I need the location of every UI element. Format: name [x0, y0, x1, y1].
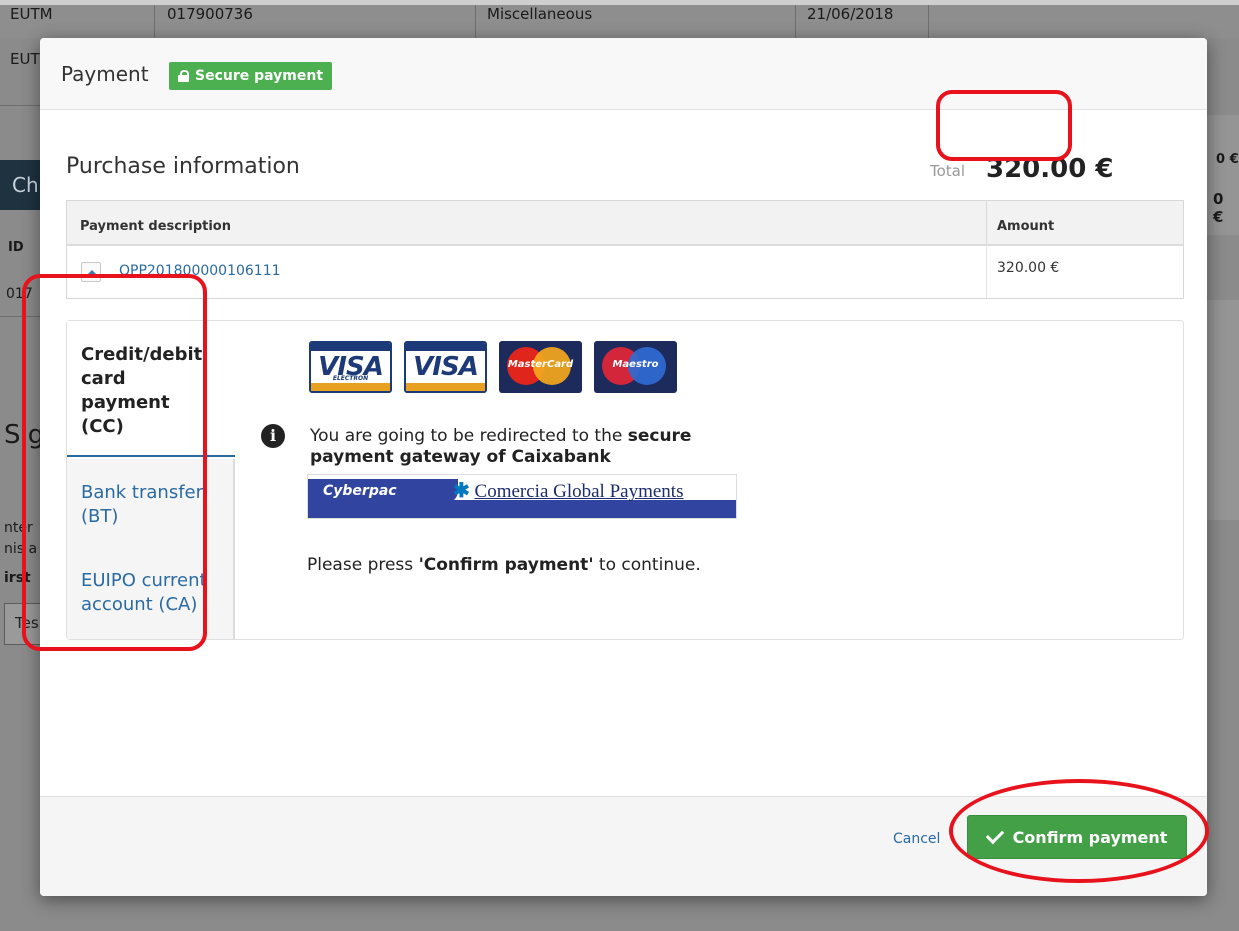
bg-divider [154, 5, 155, 38]
instruction-prefix: Please press [307, 555, 419, 575]
card-band [406, 343, 485, 351]
total-label: Total [930, 162, 966, 180]
header-amount: Amount [997, 219, 1055, 234]
modal-title: Payment [61, 62, 149, 86]
row-amount: 320.00 € [997, 260, 1060, 276]
bg-section-bar: Ch [0, 160, 40, 210]
bg-divider [795, 5, 796, 38]
card-text: VISA [413, 352, 479, 382]
payment-methods-panel: Credit/debit card payment (CC) Bank tran… [66, 320, 1184, 640]
caixabank-gateway-logo: Cyberpac ✱ Comercia Global Payments [307, 474, 737, 519]
table-row: OPP201800000106111 320.00 € [67, 246, 1183, 298]
payment-modal: Payment Secure payment Purchase informat… [40, 38, 1207, 896]
secure-payment-badge: Secure payment [169, 62, 333, 90]
bg-cell-category: Miscellaneous [487, 5, 593, 23]
caixa-star-icon: ✱ [453, 480, 470, 502]
secure-badge-label: Secure payment [195, 68, 324, 84]
redirect-message: You are going to be redirected to the se… [310, 426, 740, 468]
bg-cell-type-2: EUT [10, 50, 40, 68]
bg-cell-number: 017900736 [167, 5, 253, 23]
visa-logo: VISA [404, 341, 487, 393]
instruction-text: Please press 'Confirm payment' to contin… [307, 555, 701, 575]
maestro-logo: Maestro [594, 341, 677, 393]
annotation-circle-total [936, 90, 1072, 161]
annotation-circle-confirm [949, 779, 1209, 883]
comercia-text: Comercia Global Payments [474, 481, 684, 502]
bg-right-value: 0 € [1216, 152, 1239, 167]
bg-right-value: 0 € [1213, 190, 1224, 226]
bg-id-label: ID [8, 240, 24, 255]
info-icon: i [261, 424, 285, 448]
card-text: Maestro [612, 359, 659, 370]
purchase-info-title: Purchase information [66, 154, 300, 179]
annotation-circle-tabs [22, 274, 207, 651]
cancel-link[interactable]: Cancel [893, 831, 940, 847]
bg-divider [928, 5, 929, 38]
header-description: Payment description [67, 201, 987, 244]
bg-cell-type: EUTM [10, 5, 53, 23]
redirect-text: You are going to be redirected to the [310, 426, 628, 446]
table-header: Payment description Amount [67, 200, 1183, 246]
visa-electron-logo: VISA ELECTRON [309, 341, 392, 393]
cyberpac-text: Cyberpac [308, 479, 458, 503]
comercia-logo: ✱ Comercia Global Payments [453, 478, 683, 503]
bg-divider [475, 5, 476, 38]
instruction-bold: 'Confirm payment' [418, 555, 594, 575]
bg-right-panel [1207, 300, 1239, 520]
card-subtext: ELECTRON [332, 375, 369, 382]
card-band [406, 383, 485, 391]
mastercard-logo: MasterCard [499, 341, 582, 393]
card-band [311, 343, 390, 351]
instruction-suffix: to continue. [593, 555, 701, 575]
lock-icon [178, 70, 189, 82]
card-text: MasterCard [507, 359, 574, 370]
payment-table: Payment description Amount OPP2018000001… [66, 200, 1184, 299]
bg-cell-date: 21/06/2018 [807, 5, 894, 23]
card-band [311, 383, 390, 391]
accepted-cards: VISA ELECTRON VISA MasterCard Maestro [309, 341, 677, 393]
bg-divider [0, 105, 40, 106]
